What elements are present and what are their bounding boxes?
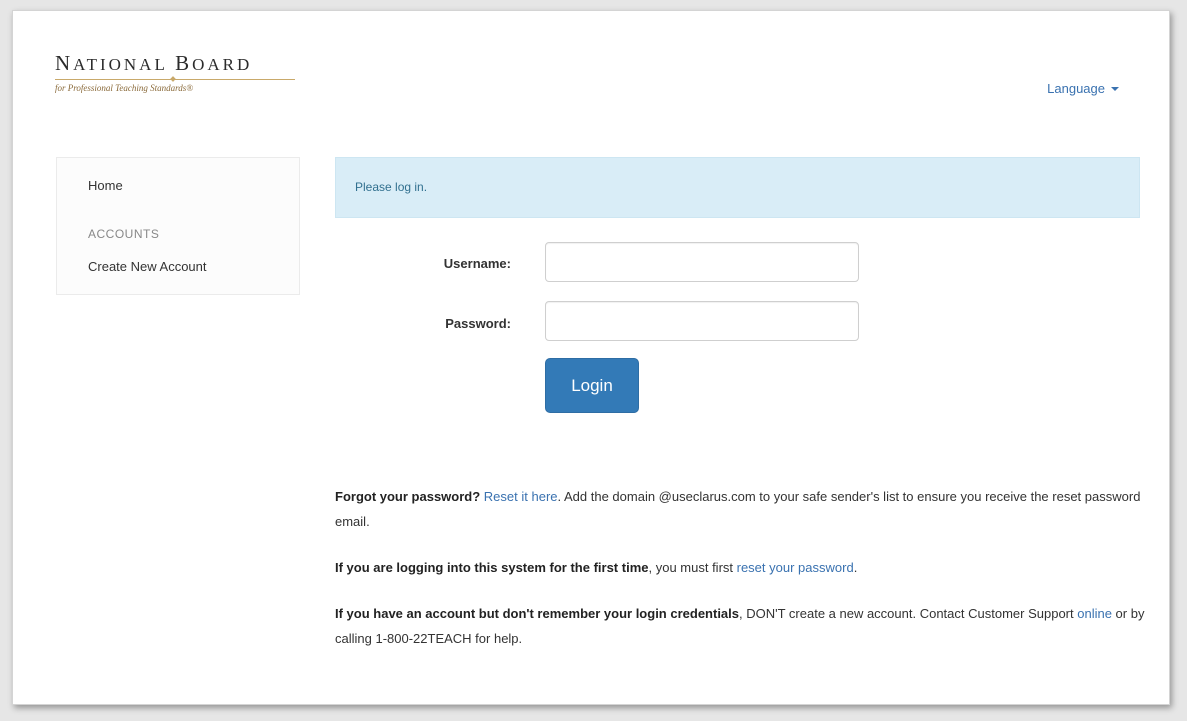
logo-title-n: N	[55, 51, 74, 75]
username-input[interactable]	[545, 242, 859, 282]
logo-title-oard: OARD	[192, 55, 253, 74]
login-alert: Please log in.	[335, 157, 1140, 218]
sidebar-nav: Home ACCOUNTS Create New Account	[56, 157, 300, 295]
logo-title: NATIONAL BOARD	[55, 51, 305, 76]
logo-subtitle: for Professional Teaching Standards®	[55, 83, 194, 93]
help-forgot-password: Forgot your password? Reset it here. Add…	[335, 484, 1145, 534]
logo-title-b: B	[175, 51, 193, 75]
logo-divider	[55, 79, 295, 80]
customer-support-online-link[interactable]: online	[1077, 606, 1112, 621]
reset-it-here-link[interactable]: Reset it here	[484, 489, 558, 504]
help-forgot-bold: Forgot your password?	[335, 489, 481, 504]
browser-window: NATIONAL BOARD for Professional Teaching…	[12, 10, 1170, 705]
caret-down-icon	[1111, 86, 1119, 91]
help-first-time-end: .	[853, 560, 858, 575]
password-input[interactable]	[545, 301, 859, 341]
alert-message: Please log in.	[355, 180, 428, 194]
help-first-time-text: , you must first	[648, 560, 737, 575]
help-first-time-bold: If you are logging into this system for …	[335, 560, 649, 575]
reset-your-password-link[interactable]: reset your password	[737, 560, 854, 575]
help-first-time: If you are logging into this system for …	[335, 555, 1145, 580]
help-remember-credentials: If you have an account but don't remembe…	[335, 601, 1145, 651]
language-label: Language	[1047, 81, 1105, 96]
logo-title-ational: ATIONAL	[73, 55, 168, 74]
language-dropdown[interactable]: Language	[1047, 81, 1119, 96]
password-label: Password:	[445, 316, 511, 331]
sidebar-heading-accounts: ACCOUNTS	[88, 227, 160, 241]
sidebar-item-create-account[interactable]: Create New Account	[88, 259, 207, 274]
username-label: Username:	[443, 256, 511, 271]
help-remember-text: , DON'T create a new account. Contact Cu…	[739, 606, 1078, 621]
help-remember-bold: If you have an account but don't remembe…	[335, 606, 739, 621]
sidebar-item-home[interactable]: Home	[88, 178, 123, 193]
login-button[interactable]: Login	[545, 358, 639, 413]
nbpts-logo[interactable]: NATIONAL BOARD for Professional Teaching…	[55, 51, 305, 93]
